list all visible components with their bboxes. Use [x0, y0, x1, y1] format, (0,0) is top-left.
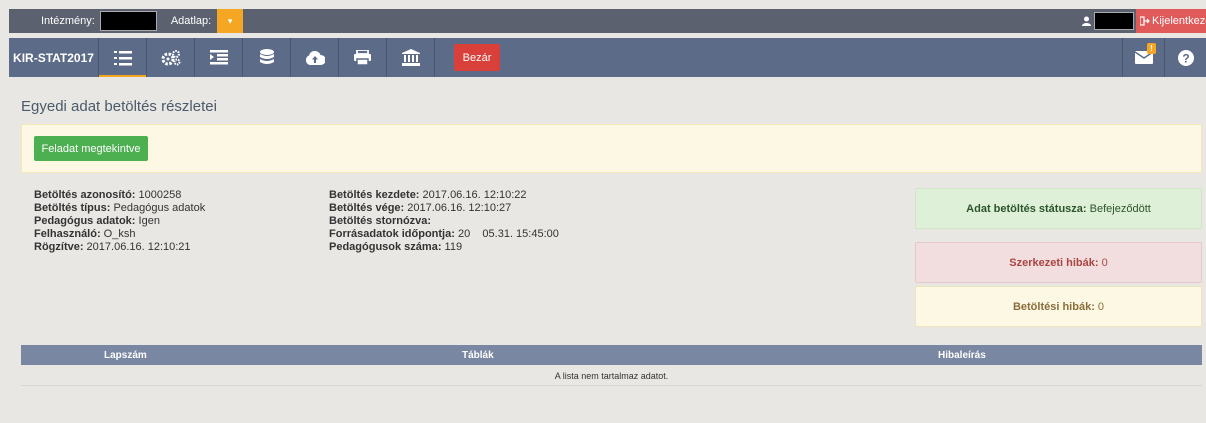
detail-label: Forrásadatok időpontja: — [329, 228, 455, 240]
column-header-page-number[interactable]: Lapszám — [104, 350, 147, 361]
cloud-upload-icon — [305, 50, 325, 65]
detail-label: Betöltés kezdete: — [329, 189, 420, 201]
load-status-box: Adat betöltés státusza: Befejeződött — [915, 188, 1202, 229]
load-status-label: Adat betöltés státusza: — [966, 202, 1087, 215]
datasheet-dropdown[interactable]: ▾ — [217, 9, 244, 33]
page-title: Egyedi adat betöltés részletei — [21, 98, 217, 115]
table-empty-message: A lista nem tartalmaz adatot. — [21, 366, 1202, 386]
close-button[interactable]: Bezár — [454, 44, 500, 71]
top-bar: Intézmény: Adatlap: ▾ Kijelentkezés — [9, 9, 1206, 33]
print-button[interactable] — [339, 38, 387, 77]
details-left: Betöltés azonosító: 1000258 Betöltés típ… — [34, 189, 205, 254]
detail-label: Betöltés azonosító: — [34, 189, 136, 201]
detail-label: Betöltés vége: — [329, 202, 405, 214]
detail-row: Betöltés típus: Pedagógus adatok — [34, 202, 205, 215]
print-icon — [354, 50, 371, 65]
user-name[interactable] — [1094, 12, 1134, 30]
institution-button[interactable] — [387, 38, 435, 77]
list-ol-icon — [113, 50, 132, 65]
task-viewed-button[interactable]: Feladat megtekintve — [34, 136, 148, 161]
detail-value: 1000258 — [135, 189, 182, 201]
messages-button[interactable]: ! — [1122, 38, 1164, 77]
cogs-icon — [161, 49, 180, 65]
detail-label: Pedagógus adatok: — [34, 215, 136, 227]
detail-row: Betöltés azonosító: 1000258 — [34, 189, 205, 202]
detail-label: Pedagógusok száma: — [329, 241, 442, 253]
database-icon — [259, 49, 274, 64]
institution-label: Intézmény: — [41, 15, 95, 27]
detail-value: 2017.06.16. 12:10:22 — [419, 189, 527, 201]
indent-button[interactable] — [195, 38, 243, 77]
detail-row: Rögzítve: 2017.06.16. 12:10:21 — [34, 241, 205, 254]
detail-value: Igen — [135, 215, 160, 227]
app-brand[interactable]: KIR-STAT2017 — [9, 38, 99, 77]
load-errors-box: Betöltési hibák: 0 — [915, 286, 1202, 327]
settings-button[interactable] — [147, 38, 195, 77]
upload-button[interactable] — [291, 38, 339, 77]
load-status-value: Befejeződött — [1086, 202, 1151, 215]
logout-button[interactable]: Kijelentkezés — [1136, 9, 1206, 33]
detail-row: Felhasználó: O_ksh — [34, 228, 205, 241]
user-icon — [1080, 15, 1092, 27]
detail-value: 20 05.31. 15:45:00 — [454, 228, 559, 240]
detail-row: Pedagógus adatok: Igen — [34, 215, 205, 228]
load-errors-value: 0 — [1094, 300, 1105, 313]
load-errors-label: Betöltési hibák: — [1012, 300, 1095, 313]
notification-badge: ! — [1147, 43, 1156, 54]
column-header-tables[interactable]: Táblák — [462, 350, 494, 361]
column-header-error-description[interactable]: Hibaleírás — [938, 350, 986, 361]
logout-label: Kijelentkezés — [1152, 15, 1206, 27]
datasheet-label: Adatlap: — [170, 15, 212, 27]
bank-icon — [401, 49, 420, 66]
detail-label: Felhasználó: — [34, 228, 101, 240]
list-button[interactable] — [99, 38, 147, 77]
detail-label: Betöltés stornózva: — [329, 215, 432, 227]
detail-value: 119 — [441, 241, 463, 253]
details-right: Betöltés kezdete: 2017.06.16. 12:10:22 B… — [329, 189, 559, 254]
detail-value: O_ksh — [100, 228, 136, 240]
question-circle-icon: ? — [1177, 49, 1194, 66]
detail-value: 2017.06.16. 12:10:21 — [83, 241, 191, 253]
main-toolbar: KIR-STAT2017 Bezár ! ? — [9, 38, 1206, 77]
institution-selector[interactable] — [99, 11, 157, 31]
database-button[interactable] — [243, 38, 291, 77]
structural-errors-label: Szerkezeti hibák: — [1009, 256, 1099, 269]
svg-text:?: ? — [1182, 51, 1189, 65]
structural-errors-box: Szerkezeti hibák: 0 — [915, 242, 1202, 283]
detail-label: Rögzítve: — [34, 241, 84, 253]
action-panel: Feladat megtekintve — [21, 124, 1202, 173]
indent-icon — [209, 50, 228, 65]
detail-row: Betöltés kezdete: 2017.06.16. 12:10:22 — [329, 189, 559, 202]
detail-row: Pedagógusok száma: 119 — [329, 241, 559, 254]
structural-errors-value: 0 — [1098, 256, 1108, 269]
detail-row: Forrásadatok időpontja: 20 05.31. 15:45:… — [329, 228, 559, 241]
sign-out-icon — [1140, 16, 1150, 26]
help-button[interactable]: ? — [1164, 38, 1206, 77]
detail-value: Pedagógus adatok — [110, 202, 206, 214]
table-header: Lapszám Táblák Hibaleírás — [21, 345, 1202, 365]
chevron-down-icon: ▾ — [227, 15, 233, 26]
detail-row: Betöltés stornózva: — [329, 215, 559, 228]
detail-value: 2017.06.16. 12:10:27 — [404, 202, 512, 214]
detail-row: Betöltés vége: 2017.06.16. 12:10:27 — [329, 202, 559, 215]
detail-label: Betöltés típus: — [34, 202, 111, 214]
